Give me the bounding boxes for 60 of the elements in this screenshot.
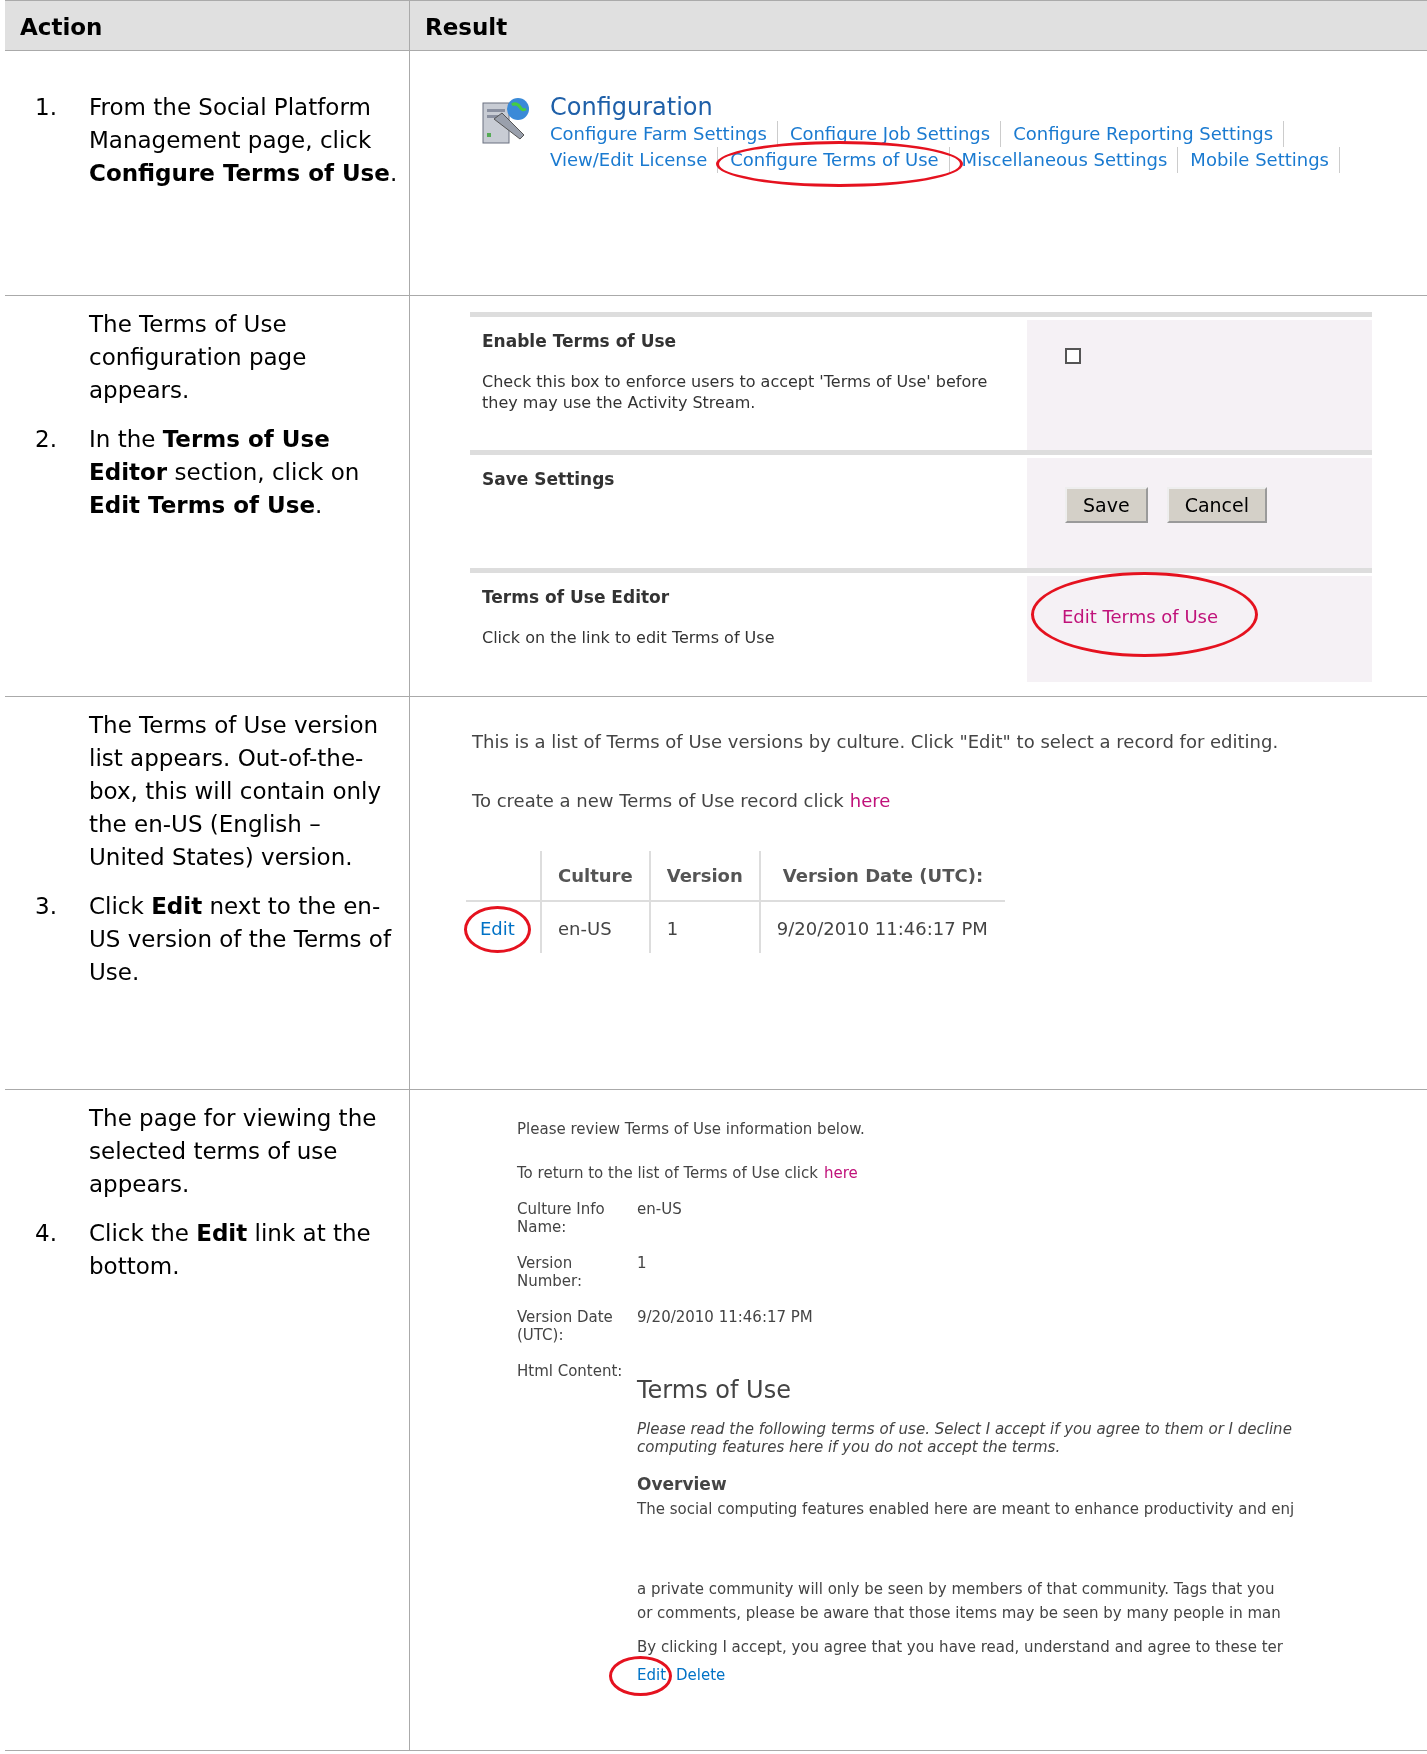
settings-link[interactable]: Configure Reporting Settings [1013, 123, 1274, 144]
step-text: The Terms of Use version list appears. Out-of-the-box, this will contain only the en-US (English – United States) version. [89, 711, 383, 872]
intro-text: Please review Terms of Use information below. [517, 1120, 866, 1138]
edit-link[interactable]: Edit Terms of Use [1062, 606, 1218, 627]
server-wrench-icon [480, 95, 532, 147]
field-label: Version Number: [517, 1254, 584, 1290]
column-header: Culture [558, 865, 633, 886]
step-text: From the Social Platform Management page, click Configure Terms of Use. [89, 93, 399, 188]
field-label: Html Content: [517, 1362, 624, 1382]
column-header: Action [5, 1, 410, 50]
content-paragraph: The social computing features enabled here are meant to enhance productivity and enj [637, 1500, 1296, 1518]
content-paragraph: a private community will only be seen by members of that community. Tags that you [637, 1580, 1276, 1598]
section-title: Configuration [550, 93, 714, 121]
settings-link[interactable]: Configure Terms of Use [730, 149, 939, 170]
field-label: Version Date (UTC): [517, 1308, 614, 1344]
settings-link[interactable]: Miscellaneous Settings [961, 149, 1168, 170]
field-value: en-US [637, 1200, 682, 1220]
settings-link[interactable]: View/Edit License [550, 149, 708, 170]
form-button[interactable]: Cancel [1166, 487, 1267, 523]
action-link[interactable]: Delete [676, 1666, 726, 1684]
content-subheading: Overview [637, 1474, 728, 1494]
column-header: Version [666, 865, 743, 886]
field-value: 9/20/2010 11:46:17 PM [637, 1308, 813, 1328]
step-number: 4. [35, 1219, 58, 1248]
settings-link[interactable]: Configure Farm Settings [550, 123, 767, 144]
column-header: Result [424, 13, 509, 42]
edit-link[interactable]: Edit [480, 918, 515, 939]
return-text: To return to the list of Terms of Use click [517, 1164, 818, 1182]
field-value: 1 [637, 1254, 647, 1274]
section-title: Terms of Use Editor [482, 587, 671, 607]
settings-link[interactable]: Configure Job Settings [789, 123, 991, 144]
settings-link[interactable]: Mobile Settings [1190, 149, 1329, 170]
intro-text: This is a list of Terms of Use versions by culture. Click "Edit" to select a record for editing. [472, 731, 1280, 752]
step-number: 2. [35, 425, 58, 454]
content-paragraph: or comments, please be aware that those items may be seen by many people in man [637, 1604, 1282, 1622]
table-cell: 9/20/2010 11:46:17 PM [776, 918, 988, 939]
action-link[interactable]: Edit [637, 1666, 667, 1684]
step-number: 3. [35, 892, 58, 921]
intro-text: To create a new Terms of Use record click [472, 790, 844, 811]
step-text: Click the Edit link at the bottom. [89, 1219, 372, 1281]
field-label: Culture Info Name: [517, 1200, 606, 1236]
section-title: Enable Terms of Use [482, 331, 678, 351]
step-text: The page for viewing the selected terms of use appears. [89, 1104, 378, 1199]
column-header: Version Date (UTC): [782, 865, 984, 886]
step-text: In the Terms of Use Editor section, click on Edit Terms of Use. [89, 425, 361, 520]
section-title: Save Settings [482, 469, 616, 489]
here-link[interactable]: here [849, 790, 891, 811]
content-paragraph: Please read the following terms of use. Select I accept if you agree to them or I decline computing features here if you do not accept the terms. [637, 1420, 1293, 1456]
section-description: Click on the link to edit Terms of Use [482, 627, 776, 648]
content-heading: Terms of Use [637, 1376, 792, 1404]
step-text: Click Edit next to the en-US version of the Terms of Use. [89, 892, 393, 987]
step-text: The Terms of Use configuration page appears. [89, 310, 308, 405]
step-number: 1. [35, 93, 58, 122]
enable-checkbox[interactable] [1065, 348, 1081, 364]
table-cell: en-US [558, 918, 612, 939]
content-paragraph: By clicking I accept, you agree that you have read, understand and agree to these ter [637, 1638, 1284, 1656]
section-description: Check this box to enforce users to accept 'Terms of Use' before they may use the Activity Stream. [482, 371, 989, 413]
here-link[interactable]: here [823, 1164, 858, 1182]
table-cell: 1 [666, 918, 679, 939]
form-button[interactable]: Save [1065, 487, 1148, 523]
